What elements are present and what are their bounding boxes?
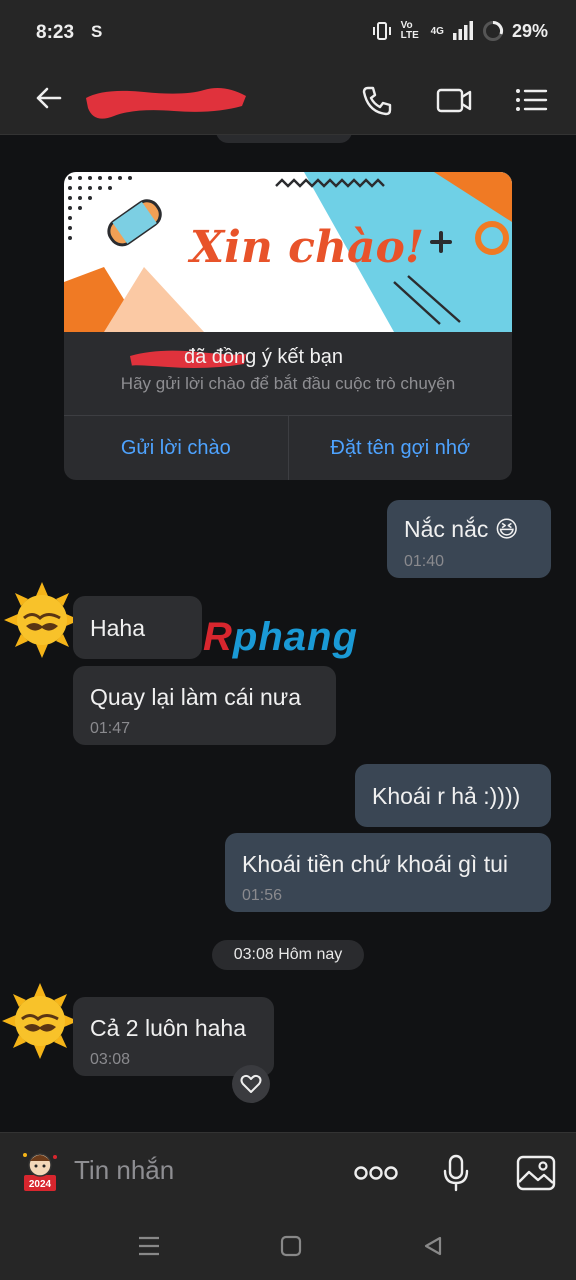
banner-greeting-text: Xin chào! — [190, 222, 425, 273]
battery-ring-icon — [482, 20, 503, 41]
network-label: 4G — [430, 25, 444, 37]
message-bubble-incoming[interactable]: Haha — [73, 596, 202, 659]
message-text: Quay lại làm cái nưa — [90, 684, 301, 710]
home-icon[interactable] — [280, 1235, 302, 1257]
message-text: Khoái r hả :)))) — [372, 783, 521, 809]
image-icon[interactable] — [516, 1155, 556, 1191]
message-text: Nắc nắc 😆 — [404, 516, 519, 542]
contact-name-redacted — [86, 88, 246, 119]
sender-avatar[interactable] — [2, 983, 78, 1059]
back-button[interactable] — [32, 82, 64, 119]
message-list[interactable]: Xin chào! đã đồng ý kết bạn Hãy gửi lời … — [0, 135, 576, 1132]
message-text: Haha — [90, 615, 145, 641]
svg-text:2024: 2024 — [29, 1179, 52, 1190]
vibrate-icon — [372, 22, 391, 40]
system-navigation-bar — [0, 1212, 576, 1280]
status-time: 8:23 — [36, 22, 75, 43]
message-input[interactable]: Tin nhắn — [74, 1155, 174, 1186]
message-time: 01:56 — [242, 887, 283, 904]
message-bubble-outgoing[interactable]: Khoái r hả :)))) — [355, 764, 551, 827]
react-button[interactable] — [232, 1065, 270, 1103]
message-bubble-outgoing[interactable]: Nắc nắc 😆 01:40 — [387, 500, 551, 578]
message-bubble-incoming[interactable]: Quay lại làm cái nưa 01:47 — [73, 666, 336, 745]
video-call-button[interactable] — [436, 84, 472, 121]
chat-menu-button[interactable] — [514, 84, 548, 121]
set-nickname-button[interactable]: Đặt tên gợi nhớ — [287, 416, 513, 480]
watermark-part-2: phang — [232, 615, 358, 659]
volte-label: Vo LTE — [400, 20, 419, 41]
heart-icon — [240, 1074, 262, 1093]
menu-list-icon — [516, 89, 548, 111]
card-title: đã đồng ý kết bạn — [184, 346, 512, 369]
sticker-icon[interactable]: 2024 — [20, 1149, 60, 1193]
battery-level: 29% — [511, 20, 548, 41]
message-bubble-incoming[interactable]: Cả 2 luôn haha 03:08 — [73, 997, 274, 1076]
date-separator: 03:08 Hôm nay — [212, 940, 364, 970]
greeting-banner: Xin chào! — [64, 172, 512, 332]
voice-call-button[interactable] — [360, 84, 394, 123]
card-title-text: đã đồng ý kết bạn — [184, 346, 344, 368]
card-body: đã đồng ý kết bạn Hãy gửi lời chào để bắ… — [64, 332, 512, 414]
top-chip-partial — [216, 135, 352, 143]
composer-bar: 2024 Tin nhắn — [0, 1132, 576, 1213]
message-time: 01:47 — [90, 720, 131, 737]
message-bubble-outgoing[interactable]: Khoái tiền chứ khoái gì tui 01:56 — [225, 833, 551, 912]
recent-apps-icon[interactable] — [137, 1235, 161, 1257]
send-greeting-button[interactable]: Gửi lời chào — [64, 416, 288, 480]
card-actions: Gửi lời chào Đặt tên gợi nhớ — [64, 415, 512, 480]
message-text: Khoái tiền chứ khoái gì tui — [242, 851, 509, 877]
video-call-icon — [436, 88, 472, 113]
phone-icon — [362, 86, 392, 116]
status-icons: Vo LTE 4G 29% — [371, 20, 548, 42]
back-nav-icon[interactable] — [422, 1235, 444, 1257]
watermark-part-1: R — [203, 615, 233, 659]
carrier-glyph: S — [91, 22, 103, 41]
message-time: 03:08 — [90, 1051, 131, 1068]
more-icon[interactable] — [354, 1165, 398, 1181]
watermark-logo: Rphang — [203, 615, 358, 660]
chat-header — [0, 64, 576, 135]
back-arrow-icon — [36, 87, 62, 109]
message-text: Cả 2 luôn haha — [90, 1015, 247, 1041]
card-subtitle: Hãy gửi lời chào để bắt đầu cuộc trò chu… — [120, 374, 456, 393]
message-time: 01:40 — [404, 553, 445, 570]
sender-avatar[interactable] — [4, 582, 80, 658]
microphone-icon[interactable] — [442, 1154, 470, 1192]
status-bar: 8:23 S Vo LTE 4G 29% — [0, 0, 576, 64]
friend-accepted-card: Xin chào! đã đồng ý kết bạn Hãy gửi lời … — [64, 172, 512, 480]
signal-icon — [452, 21, 473, 40]
